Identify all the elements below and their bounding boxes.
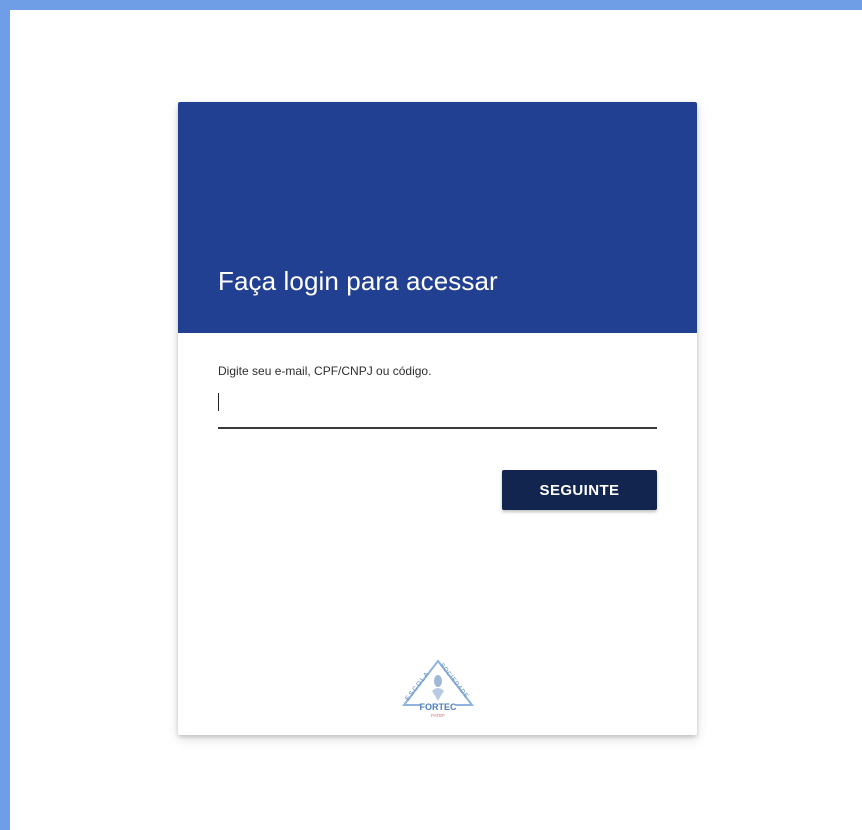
login-card: Faça login para acessar Digite seu e-mai… — [178, 102, 697, 735]
login-input[interactable] — [218, 390, 657, 416]
svg-text:ESCOLA: ESCOLA — [404, 670, 431, 702]
logo-text-main: FORTEC — [420, 702, 457, 712]
login-field[interactable] — [218, 386, 657, 429]
login-field-label: Digite seu e-mail, CPF/CNPJ ou código. — [218, 364, 432, 378]
page-frame: Faça login para acessar Digite seu e-mai… — [0, 0, 862, 830]
card-header: Faça login para acessar — [178, 102, 697, 333]
text-caret — [218, 393, 219, 411]
svg-text:SOCIEDADE: SOCIEDADE — [438, 663, 469, 700]
fortec-logo: ESCOLA SOCIEDADE FORTEC FATEF — [398, 657, 478, 719]
logo-text-sub: FATEF — [431, 713, 445, 718]
next-button[interactable]: SEGUINTE — [502, 470, 657, 510]
logo-text-right: SOCIEDADE — [438, 663, 468, 700]
logo-text-left: ESCOLA — [404, 670, 430, 702]
page-title: Faça login para acessar — [218, 266, 498, 296]
